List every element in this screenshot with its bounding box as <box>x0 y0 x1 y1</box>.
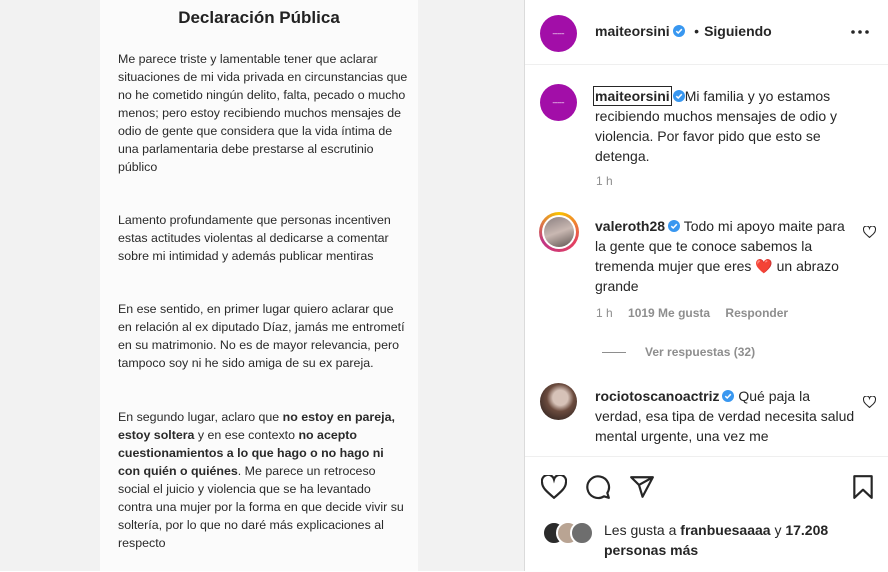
liker-avatar-3 <box>570 521 594 545</box>
author-username[interactable]: maiteorsini <box>595 23 670 39</box>
commenter-username[interactable]: rociotoscanoactriz <box>595 388 719 404</box>
author-avatar[interactable]: ━━━━━ <box>540 15 577 52</box>
share-paper-plane-icon[interactable] <box>629 474 655 500</box>
comment-time: 1 h <box>596 306 613 320</box>
commenter-avatar[interactable] <box>540 383 577 420</box>
caption-avatar[interactable]: ━━━━━ <box>540 84 577 121</box>
liker-username[interactable]: franbuesaaaa <box>680 522 770 538</box>
comment-bubble-icon[interactable] <box>585 474 611 500</box>
caption-username[interactable]: maiteorsini <box>593 86 672 106</box>
more-horizontal-icon[interactable] <box>850 28 870 36</box>
view-replies-button[interactable]: Ver respuestas (32) <box>645 345 755 359</box>
comment-text-block: rociotoscanoactriz Qué paja la verdad, e… <box>595 386 857 446</box>
likes-conjunction: y <box>774 522 782 538</box>
verified-badge-icon <box>672 25 685 37</box>
document-paragraph-4: En segundo lugar, aclaro que no estoy en… <box>118 410 404 550</box>
post-header: ━━━━━ maiteorsini • Siguiendo <box>525 0 888 65</box>
actions-bar: Les gusta a franbuesaaaa y 17.208 person… <box>525 456 888 572</box>
replies-line <box>602 352 626 353</box>
verified-badge-icon <box>668 220 681 232</box>
like-comment-heart-icon[interactable] <box>863 396 876 408</box>
post-image: Declaración Pública Me parece triste y l… <box>0 0 524 571</box>
document-paragraph-3: En ese sentido, en primer lugar quiero a… <box>118 302 405 370</box>
verified-badge-icon <box>672 90 685 102</box>
follow-status-button[interactable]: Siguiendo <box>704 23 772 39</box>
like-heart-icon[interactable] <box>541 475 567 499</box>
avatar-brand-mark: ━━━━━ <box>552 31 565 36</box>
verified-badge-icon <box>722 390 735 402</box>
document-paragraph-2: Lamento profundamente que personas incen… <box>118 213 391 263</box>
header-separator: • <box>694 23 700 39</box>
document-paragraph-1: Me parece triste y lamentable tener que … <box>118 52 408 174</box>
comment-text-block: valeroth28 Todo mi apoyo maite para la g… <box>595 216 857 296</box>
heart-emoji: ❤️ <box>755 258 773 274</box>
likes-summary: Les gusta a franbuesaaaa y 17.208 person… <box>604 520 864 560</box>
commenter-username[interactable]: valeroth28 <box>595 218 665 234</box>
caption-time: 1 h <box>596 174 613 188</box>
document-title: Declaración Pública <box>178 8 340 27</box>
caption-text-block: maiteorsini Mi familia y yo estamos recib… <box>593 86 867 166</box>
comment: rociotoscanoactriz Qué paja la verdad, e… <box>525 378 888 456</box>
likes-prefix: Les gusta a <box>604 522 677 538</box>
comment-meta: 1 h 1019 Me gusta Responder <box>596 306 788 320</box>
commenter-avatar[interactable] <box>539 212 579 252</box>
post-side-panel: ━━━━━ maiteorsini • Siguiendo ━━━━━ maite… <box>525 0 888 571</box>
avatar-brand-mark: ━━━━━ <box>552 100 565 105</box>
like-comment-heart-icon[interactable] <box>863 226 876 238</box>
comment-likes[interactable]: 1019 Me gusta <box>628 306 710 320</box>
save-bookmark-icon[interactable] <box>852 474 874 500</box>
reply-button[interactable]: Responder <box>725 306 788 320</box>
header-text: maiteorsini • Siguiendo <box>595 23 772 41</box>
